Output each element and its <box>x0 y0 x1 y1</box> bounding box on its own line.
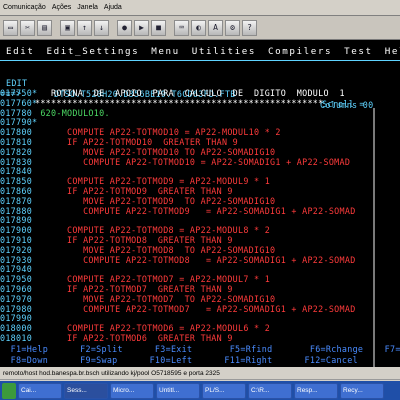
start-button[interactable] <box>2 382 16 399</box>
taskbar-item[interactable]: Cai... <box>18 382 62 399</box>
macro-play-icon[interactable]: ▶ <box>134 19 149 36</box>
ispf-menu-compilers[interactable]: Compilers <box>268 46 332 57</box>
line-number[interactable]: 018010 <box>0 333 32 344</box>
menu-item-2[interactable]: Janela <box>77 4 98 11</box>
status-line: remoto/host hod.banespa.br.bsch utilizan… <box>0 367 400 380</box>
paste-icon[interactable]: ▤ <box>37 19 52 36</box>
settings-icon[interactable]: ⚙ <box>225 19 240 36</box>
color-icon[interactable]: ◐ <box>191 19 206 36</box>
print-icon[interactable]: ▣ <box>60 19 75 36</box>
command-line: ===> Scroll = <box>0 77 400 109</box>
taskbar-tasks: Cai... Sess... Micro... Untitl... PL/S... C:\… <box>0 381 400 400</box>
ispf-menu-edit-settings[interactable]: Edit_Settings <box>47 46 140 57</box>
macro-stop-icon[interactable]: ■ <box>151 19 166 36</box>
pf-keys-row-1: F1=Help F2=Split F3=Exit F5=Rfind F6=Rch… <box>0 344 400 354</box>
pf-keys-row-2: F8=Down F9=Swap F10=Left F11=Right F12=C… <box>0 355 358 365</box>
menu-separator <box>0 60 400 61</box>
menu-item-3[interactable]: Ajuda <box>104 4 122 11</box>
copy-icon[interactable]: ▭ <box>3 19 18 36</box>
menu-bar: Comunicação Ações Janela Ajuda <box>0 0 400 16</box>
ispf-menu-test[interactable]: Test <box>344 46 373 57</box>
ispf-menu-menu[interactable]: Menu <box>151 46 180 57</box>
ispf-menu-help[interactable]: Help <box>385 46 400 57</box>
taskbar-item[interactable]: Sess... <box>64 382 108 399</box>
help-icon[interactable]: ? <box>242 19 257 36</box>
receive-icon[interactable]: ↓ <box>94 19 109 36</box>
toolbar: ▭ ✂ ▤ ▣ ↑ ↓ ● ▶ ■ ⌨ ◐ A ⚙ ? <box>0 16 400 40</box>
send-icon[interactable]: ↑ <box>77 19 92 36</box>
font-icon[interactable]: A <box>208 19 223 36</box>
taskbar-item[interactable]: Micro... <box>110 382 154 399</box>
column-ruler-cursor <box>373 108 375 367</box>
ispf-menu-bar: Edit Edit_Settings Menu Utilities Compilers T… <box>6 46 400 57</box>
macro-record-icon[interactable]: ● <box>117 19 132 36</box>
ispf-menu-utilities[interactable]: Utilities <box>192 46 256 57</box>
ispf-menu-edit[interactable]: Edit <box>6 46 35 57</box>
taskbar-item[interactable]: Untitl... <box>156 382 200 399</box>
keyboard-icon[interactable]: ⌨ <box>174 19 189 36</box>
taskbar-item[interactable]: Recy... <box>340 382 384 399</box>
menu-item-1[interactable]: Ações <box>52 4 71 11</box>
line-code[interactable]: IF AP22-TOTMOD6 GREATER THAN 9 <box>35 333 233 344</box>
source-line[interactable]: 018010 IF AP22-TOTMOD6 GREATER THAN 9 <box>0 333 400 344</box>
cut-icon[interactable]: ✂ <box>20 19 35 36</box>
terminal-screen[interactable]: Edit Edit_Settings Menu Utilities Compilers T… <box>0 40 400 367</box>
taskbar: remoto/host hod.banespa.br.bsch utilizan… <box>0 367 400 400</box>
taskbar-item[interactable]: C:\R... <box>248 382 292 399</box>
menu-item-0[interactable]: Comunicação <box>3 4 46 11</box>
taskbar-item[interactable]: PL/S... <box>202 382 246 399</box>
taskbar-item[interactable]: Resp... <box>294 382 338 399</box>
